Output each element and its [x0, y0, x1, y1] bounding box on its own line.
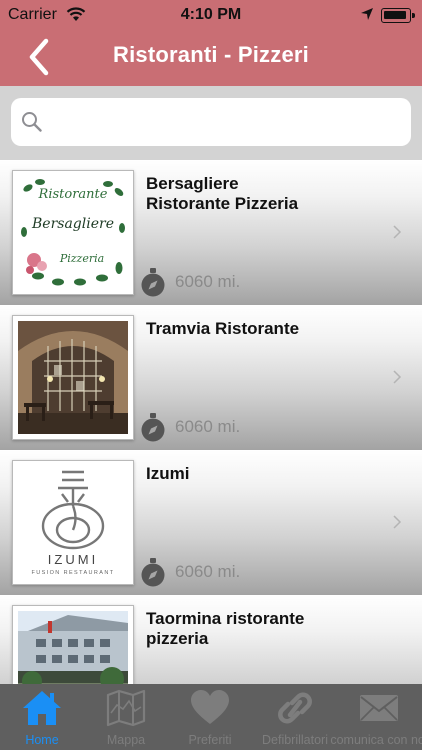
status-bar: Carrier 4:10 PM	[0, 0, 422, 32]
location-arrow-icon	[361, 8, 373, 20]
distance-label: 6060 mi.	[175, 562, 241, 581]
restaurant-thumbnail	[12, 605, 134, 684]
nav-header: Carrier 4:10 PM Ristoranti - Pizzeri	[0, 0, 422, 86]
distance-label: 6060 mi.	[175, 272, 241, 291]
link-icon	[278, 692, 312, 724]
svg-text:Pizzeria: Pizzeria	[59, 252, 104, 265]
mail-icon	[360, 695, 398, 721]
taormina-photo	[18, 611, 128, 684]
tab-map[interactable]: Mappa	[84, 684, 168, 750]
tramvia-photo	[18, 321, 128, 434]
tab-bar: Home Mappa Preferiti Defibrillatori comu…	[0, 684, 422, 750]
battery-icon	[381, 8, 415, 23]
page-title: Ristoranti - Pizzeri	[113, 42, 309, 67]
chevron-right-icon	[393, 515, 402, 529]
restaurant-name: Bersagliere Ristorante Pizzeria	[146, 174, 299, 213]
svg-text:IZUMI: IZUMI	[48, 552, 98, 567]
compass-icon	[141, 413, 165, 442]
home-icon	[23, 691, 61, 725]
restaurant-name: Izumi	[146, 464, 190, 483]
heart-icon	[191, 690, 229, 724]
tab-home[interactable]: Home	[0, 684, 84, 750]
search-field[interactable]	[11, 98, 411, 146]
restaurant-thumbnail	[12, 315, 134, 440]
restaurant-row-taormina[interactable]: Taormina ristorante pizzeria	[0, 595, 422, 684]
restaurant-thumbnail: IZUMI FUSION RESTAURANT	[12, 460, 134, 585]
status-time: 4:10 PM	[180, 6, 242, 23]
map-icon	[106, 689, 146, 727]
tab-favorites[interactable]: Preferiti	[168, 684, 252, 750]
restaurant-thumbnail: Ristorante Bersagliere Pizzeria	[12, 170, 134, 295]
search-input[interactable]	[55, 98, 395, 146]
restaurant-row-tramvia[interactable]: Tramvia Ristorante 6060 mi.	[0, 305, 422, 450]
search-icon	[22, 112, 42, 132]
chevron-right-icon	[393, 370, 402, 384]
svg-text:Bersagliere: Bersagliere	[31, 216, 114, 232]
svg-text:FUSION RESTAURANT: FUSION RESTAURANT	[32, 570, 115, 576]
tab-defibrillators[interactable]: Defibrillatori	[253, 684, 337, 750]
svg-text:Ristorante: Ristorante	[38, 187, 108, 202]
restaurant-name: Taormina ristorante pizzeria	[146, 609, 305, 648]
restaurant-name: Tramvia Ristorante	[146, 319, 300, 338]
bersagliere-logo: Ristorante Bersagliere Pizzeria	[18, 176, 128, 289]
tab-contact[interactable]: comunica con noi	[330, 684, 422, 750]
restaurant-list[interactable]: Ristorante Bersagliere Pizzeria Bersagli…	[0, 160, 422, 684]
compass-icon	[141, 268, 165, 297]
compass-icon	[141, 558, 165, 587]
tab-label: comunica con noi	[330, 733, 422, 747]
restaurant-row-izumi[interactable]: IZUMI FUSION RESTAURANT Izumi 6060 mi.	[0, 450, 422, 595]
izumi-logo: IZUMI FUSION RESTAURANT	[18, 466, 128, 579]
chevron-right-icon	[393, 225, 402, 239]
search-bar	[0, 86, 422, 160]
restaurant-row-bersagliere[interactable]: Ristorante Bersagliere Pizzeria Bersagli…	[0, 160, 422, 305]
distance-label: 6060 mi.	[175, 417, 241, 436]
